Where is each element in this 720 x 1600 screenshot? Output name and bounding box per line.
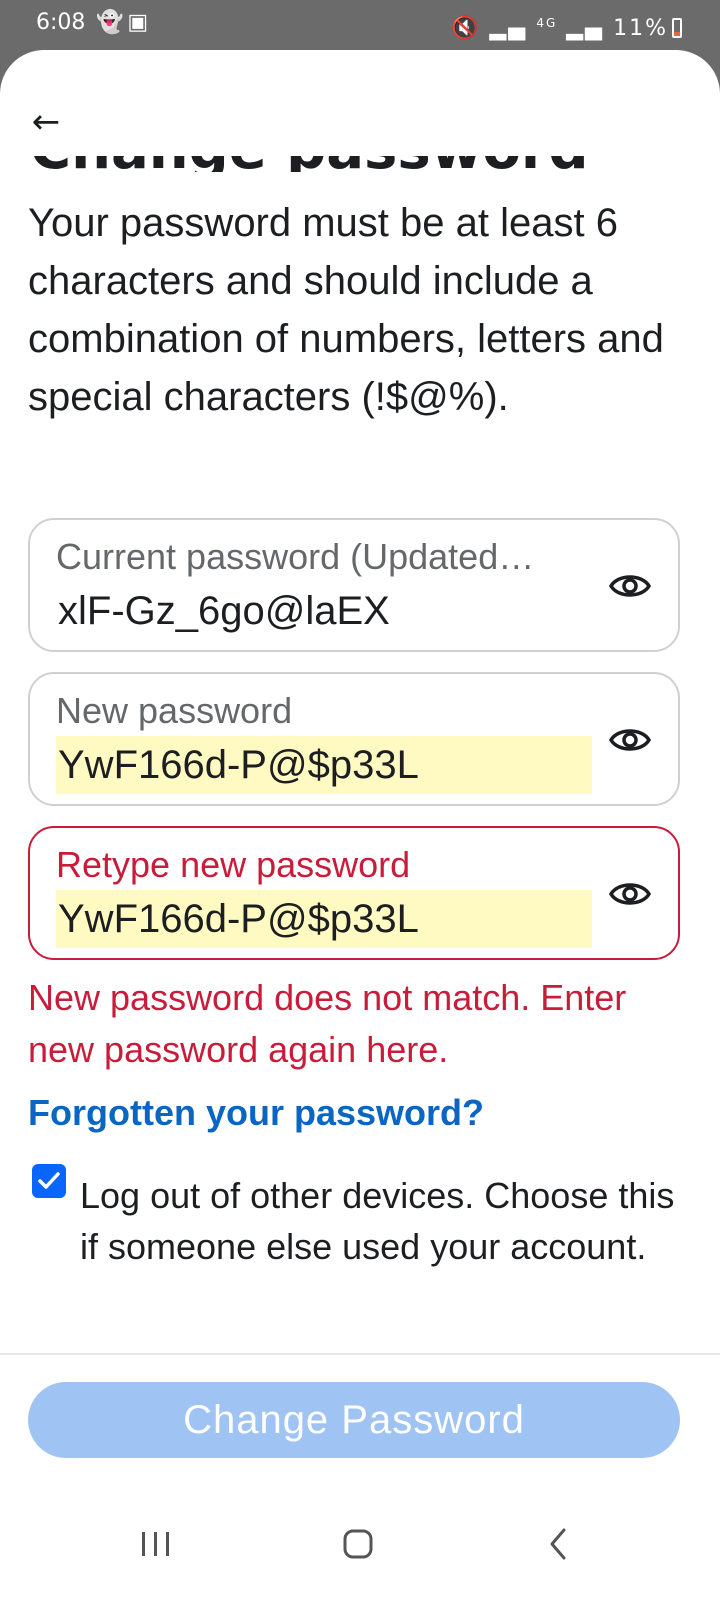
- new-password-label: New password: [56, 690, 293, 731]
- retype-password-value[interactable]: YwF166d-P@$p33L: [56, 890, 592, 948]
- show-password-icon[interactable]: [608, 566, 652, 606]
- divider: [0, 1353, 720, 1355]
- current-password-field[interactable]: Current password (Updated… xlF-Gz_6go@la…: [28, 518, 680, 652]
- new-password-field[interactable]: New password YwF166d-P@$p33L: [28, 672, 680, 806]
- status-bar: 6:08 👻▣ 🔇 ▂▄ 4G ▂▄ 11%: [0, 0, 720, 46]
- signal-icon-2: ▂▄: [566, 16, 605, 41]
- show-password-icon[interactable]: [608, 720, 652, 760]
- status-time: 6:08: [36, 10, 86, 35]
- logout-devices-checkbox[interactable]: [32, 1164, 66, 1198]
- checkmark-icon: [38, 1172, 60, 1189]
- password-mismatch-error: New password does not match. Enter new p…: [28, 977, 627, 1070]
- network-type-label: 4G: [536, 16, 558, 30]
- change-password-button[interactable]: Change Password: [28, 1382, 680, 1458]
- mute-icon: 🔇: [451, 16, 481, 41]
- back-arrow-icon[interactable]: ←: [26, 102, 66, 142]
- battery-icon: [672, 18, 682, 38]
- system-nav-bar: [0, 1496, 720, 1600]
- home-icon[interactable]: [328, 1514, 388, 1574]
- retype-password-field[interactable]: Retype new password YwF166d-P@$p33L: [28, 826, 680, 960]
- recent-apps-icon[interactable]: [126, 1514, 186, 1574]
- change-password-sheet: ← Change password Your password must be …: [0, 50, 720, 1600]
- system-icons: 🔇 ▂▄ 4G ▂▄ 11%: [451, 0, 682, 52]
- battery-percentage: 11%: [613, 16, 668, 41]
- notification-icons: 👻▣: [96, 0, 152, 46]
- logout-devices-label[interactable]: Log out of other devices. Choose this if…: [80, 1170, 690, 1272]
- signal-icon: ▂▄: [489, 16, 528, 41]
- password-instructions: Your password must be at least 6 charact…: [28, 201, 664, 419]
- snapchat-icon: 👻: [96, 10, 128, 35]
- nav-back-icon[interactable]: [528, 1514, 588, 1574]
- forgot-password-link[interactable]: Forgotten your password?: [28, 1092, 484, 1134]
- gallery-icon: ▣: [127, 10, 153, 35]
- current-password-label: Current password (Updated…: [56, 536, 535, 577]
- page-title: Change password: [30, 120, 589, 172]
- retype-password-label: Retype new password: [56, 844, 411, 885]
- current-password-value[interactable]: xlF-Gz_6go@laEX: [56, 582, 592, 640]
- show-password-icon[interactable]: [608, 874, 652, 914]
- new-password-value[interactable]: YwF166d-P@$p33L: [56, 736, 592, 794]
